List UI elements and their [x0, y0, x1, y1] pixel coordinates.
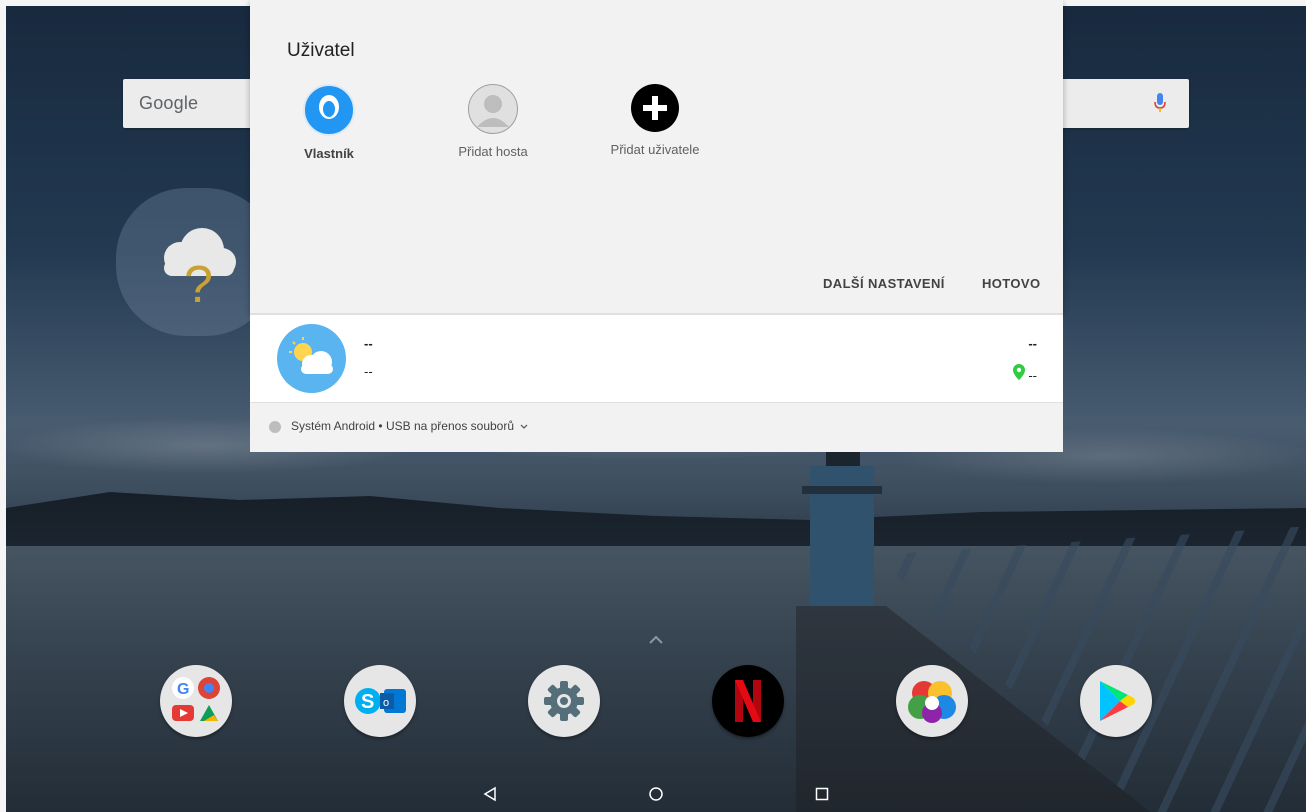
settings-app[interactable] — [528, 665, 600, 737]
svg-text:o: o — [383, 697, 389, 709]
user-owner[interactable]: Vlastník — [264, 84, 394, 161]
recents-button[interactable] — [812, 784, 832, 804]
user-avatar-icon — [303, 84, 355, 136]
usb-notification-text: Systém Android • USB na přenos souborů — [291, 419, 528, 433]
partly-cloudy-icon — [277, 324, 346, 393]
weather-notification[interactable]: -- -- -- -- — [250, 315, 1063, 402]
gear-icon — [544, 681, 584, 721]
unknown-weather-icon: ? — [164, 228, 236, 310]
home-icon — [649, 787, 663, 801]
user-owner-label: Vlastník — [304, 146, 354, 161]
weather-range: -- — [1028, 336, 1037, 351]
add-user-label: Přidat uživatele — [610, 142, 700, 157]
location-pin-icon — [1013, 364, 1025, 380]
play-store-app[interactable] — [1080, 665, 1152, 737]
google-folder-icon: G — [172, 677, 220, 721]
usb-notification[interactable]: Systém Android • USB na přenos souborů — [250, 402, 1063, 452]
back-icon — [483, 786, 496, 802]
quick-settings-user-panel: Uživatel Vlastník Přidat hosta Přidat už… — [250, 0, 1063, 314]
chevron-down-icon[interactable] — [520, 424, 528, 430]
weather-location: -- — [1028, 368, 1037, 383]
netflix-app[interactable] — [712, 665, 784, 737]
notification-message: USB na přenos souborů — [385, 419, 515, 433]
play-store-icon — [1100, 681, 1135, 721]
add-user-icon — [631, 84, 679, 132]
netflix-icon — [735, 680, 761, 722]
recents-icon — [815, 787, 829, 801]
svg-text:S: S — [361, 691, 374, 713]
panel-title: Uživatel — [287, 40, 355, 61]
home-button[interactable] — [646, 784, 666, 804]
google-apps-folder[interactable]: G — [160, 665, 232, 737]
gallery-icon — [908, 681, 956, 723]
gallery-app[interactable] — [896, 665, 968, 737]
google-logo: Google — [139, 93, 199, 113]
skype-outlook-folder[interactable]: S o — [344, 665, 416, 737]
svg-text:?: ? — [184, 256, 213, 310]
add-user[interactable]: Přidat uživatele — [590, 84, 720, 157]
skype-outlook-icon: S o — [355, 688, 406, 714]
app-drawer-chevron-icon[interactable] — [648, 634, 664, 646]
done-button[interactable]: HOTOVO — [982, 276, 1041, 291]
back-button[interactable] — [480, 784, 500, 804]
android-system-icon — [269, 421, 281, 433]
more-settings-button[interactable]: DALŠÍ NASTAVENÍ — [823, 276, 945, 291]
weather-desc: -- — [364, 364, 373, 379]
svg-text:G: G — [177, 681, 189, 698]
notification-separator: • — [378, 419, 383, 433]
guest-avatar-icon — [468, 84, 518, 134]
add-guest[interactable]: Přidat hosta — [428, 84, 558, 159]
mic-icon[interactable] — [1153, 92, 1167, 114]
add-guest-label: Přidat hosta — [458, 144, 528, 159]
notification-app-name: Systém Android — [291, 419, 376, 433]
weather-temp: -- — [364, 336, 373, 351]
